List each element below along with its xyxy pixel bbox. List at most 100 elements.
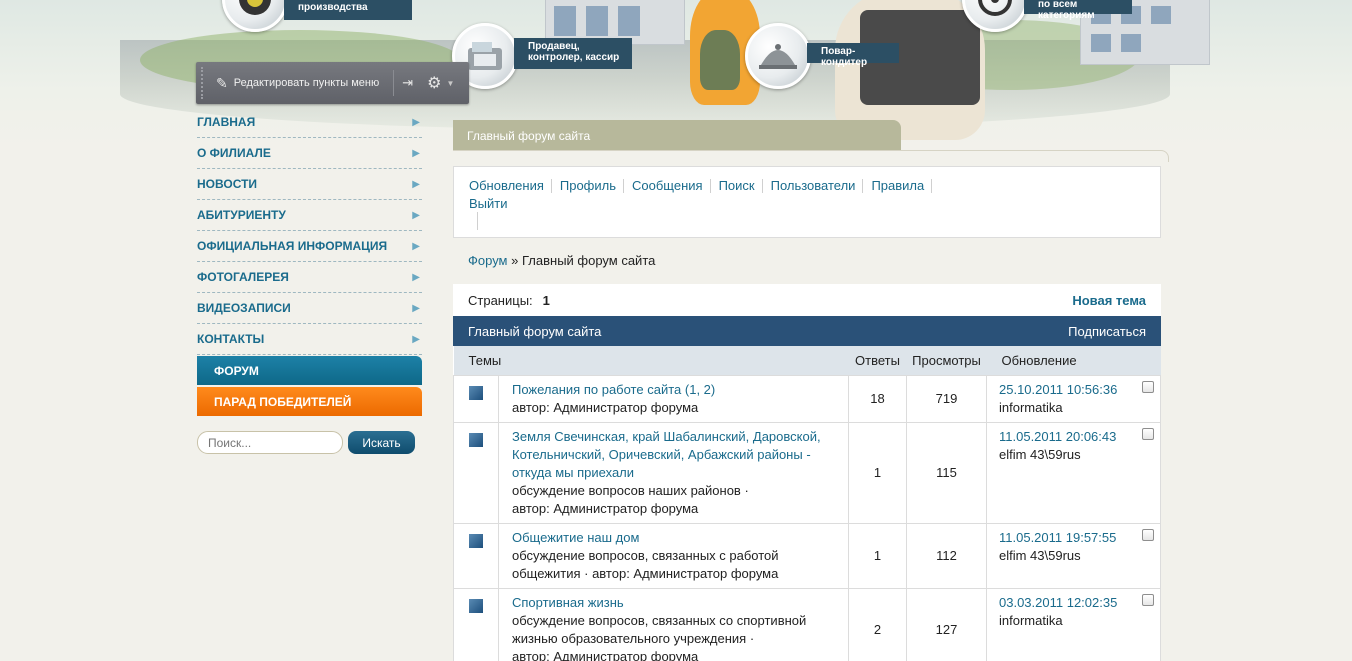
column-header-replies: Ответы <box>848 346 907 375</box>
forum-menu-logout[interactable]: Выйти <box>469 196 515 211</box>
topic-title-link[interactable]: Спортивная жизнь <box>512 595 624 610</box>
chevron-right-icon: ▶ <box>412 333 420 345</box>
topic-title-link[interactable]: Пожелания по работе сайта <box>512 382 681 397</box>
breadcrumb-current: Главный форум сайта <box>521 253 656 268</box>
topic-page-link[interactable]: 2 <box>704 382 711 397</box>
topic-replies: 1 <box>848 421 907 524</box>
topic-select-checkbox[interactable] <box>1142 427 1154 440</box>
nav-item-victory-parade[interactable]: ПАРАД ПОБЕДИТЕЛЕЙ <box>197 387 422 416</box>
topics-table: Темы Ответы Просмотры Обновление Пожелан… <box>453 346 1161 661</box>
edit-menu-items-button[interactable]: Редактировать пункты меню <box>234 77 380 89</box>
topic-author: автор: Администратор форума <box>512 500 699 516</box>
category-all-label[interactable]: по всем категориям <box>1024 0 1132 21</box>
topic-replies: 18 <box>848 374 907 423</box>
nav-item-photo-gallery[interactable]: ФОТОГАЛЕРЕЯ ▶ <box>197 262 422 293</box>
column-header-views: Просмотры <box>906 346 987 375</box>
nav-item-news[interactable]: НОВОСТИ ▶ <box>197 169 422 200</box>
chevron-right-icon: ▶ <box>412 147 420 159</box>
nav-item-label: КОНТАКТЫ <box>197 332 265 346</box>
topic-views: 112 <box>906 522 987 589</box>
drag-handle[interactable] <box>201 67 209 99</box>
topic-title-cell: Общежитие наш дом обсуждение вопросов, с… <box>498 522 849 589</box>
forum-menu-search[interactable]: Поиск <box>719 178 763 193</box>
nav-item-forum-active[interactable]: ФОРУМ <box>197 356 422 385</box>
nav-item-home[interactable]: ГЛАВНАЯ ▶ <box>197 107 422 138</box>
topic-description: жизнью образовательного учреждения · <box>512 630 755 646</box>
topic-select-checkbox[interactable] <box>1142 593 1154 606</box>
topic-description: обсуждение вопросов, связанных с работой <box>512 547 779 563</box>
topic-icon-cell <box>453 374 499 423</box>
forum-menu-profile[interactable]: Профиль <box>560 178 624 193</box>
topic-updated-cell: 11.05.2011 20:06:43 elfim 43\59rus <box>986 421 1161 524</box>
page-number: 1 <box>542 292 550 308</box>
search-button[interactable]: Искать <box>348 431 415 454</box>
left-navigation: ГЛАВНАЯ ▶ О ФИЛИАЛЕ ▶ НОВОСТИ ▶ АБИТУРИЕНТУ… <box>197 107 422 416</box>
breadcrumb-forum-link[interactable]: Форум <box>468 253 508 268</box>
gear-icon[interactable]: ⚙ <box>427 73 441 93</box>
topic-author: общежития · автор: Администратор форума <box>512 565 779 581</box>
forum-section-title: Главный форум сайта <box>468 323 602 339</box>
forum-menu-rules[interactable]: Правила <box>871 178 933 193</box>
search-input[interactable] <box>197 431 343 454</box>
forum-menu-updates[interactable]: Обновления <box>469 178 552 193</box>
nav-item-label: ФОТОГАЛЕРЕЯ <box>197 270 289 284</box>
category-production-label[interactable]: производства <box>284 0 412 20</box>
topic-title-cell: Спортивная жизнь обсуждение вопросов, св… <box>498 587 849 661</box>
nav-item-label: АБИТУРИЕНТУ <box>197 208 286 222</box>
nav-item-applicants[interactable]: АБИТУРИЕНТУ ▶ <box>197 200 422 231</box>
pages-label: Страницы: <box>468 292 533 308</box>
nav-item-videos[interactable]: ВИДЕОЗАПИСИ ▶ <box>197 293 422 324</box>
topic-icon-cell <box>453 421 499 524</box>
nav-item-contacts[interactable]: КОНТАКТЫ ▶ <box>197 324 422 355</box>
column-header-updated: Обновление <box>986 346 1161 375</box>
topic-updated-user: elfim 43\59rus <box>999 547 1081 563</box>
topic-select-checkbox[interactable] <box>1142 380 1154 393</box>
breadcrumb-separator: » <box>511 253 519 268</box>
topic-updated-cell: 11.05.2011 19:57:55 elfim 43\59rus <box>986 522 1161 589</box>
pin-icon[interactable]: ⇥ <box>402 75 413 91</box>
category-seller-label[interactable]: Продавец, контролер, кассир <box>514 38 632 69</box>
pager-bar: Страницы: 1 Новая тема <box>453 284 1161 316</box>
new-topic-link[interactable]: Новая тема <box>1072 293 1146 308</box>
topic-updated-date[interactable]: 11.05.2011 20:06:43 <box>999 429 1116 444</box>
topic-folder-icon <box>469 533 483 548</box>
topic-folder-icon <box>469 598 483 613</box>
edit-menu-toolbar: ✎ Редактировать пункты меню ⇥ ⚙ ▼ <box>196 62 469 104</box>
topic-description: обсуждение вопросов наших районов · <box>512 482 749 498</box>
topic-folder-icon <box>469 432 483 447</box>
forum-menu-users[interactable]: Пользователи <box>771 178 864 193</box>
chevron-down-icon[interactable]: ▼ <box>447 79 455 88</box>
topic-updated-cell: 25.10.2011 10:56:36 informatika <box>986 374 1161 423</box>
topic-updated-date[interactable]: 25.10.2011 10:56:36 <box>999 382 1117 397</box>
topic-pages-close: ) <box>710 381 716 397</box>
search-form: Искать <box>197 431 415 454</box>
topic-icon-cell <box>453 587 499 661</box>
nav-item-official-info[interactable]: ОФИЦИАЛЬНАЯ ИНФОРМАЦИЯ ▶ <box>197 231 422 262</box>
chevron-right-icon: ▶ <box>412 116 420 128</box>
topic-author: автор: Администратор форума <box>512 648 699 661</box>
content-frame <box>453 150 1169 162</box>
forum-menu-messages[interactable]: Сообщения <box>632 178 711 193</box>
pencil-icon[interactable]: ✎ <box>216 75 228 92</box>
topic-title-link[interactable]: Общежитие наш дом <box>512 530 639 545</box>
table-row: Пожелания по работе сайта (1, 2) автор: … <box>453 374 1161 423</box>
toolbar-separator <box>393 70 395 96</box>
topic-views: 719 <box>906 374 987 423</box>
topic-updated-date[interactable]: 03.03.2011 12:02:35 <box>999 595 1117 610</box>
topic-author: автор: Администратор форума <box>512 399 699 415</box>
category-cook-label[interactable]: Повар-кондитер <box>807 43 899 68</box>
column-header-topics: Темы <box>453 346 849 375</box>
topic-updated-date[interactable]: 11.05.2011 19:57:55 <box>999 530 1116 545</box>
topic-views: 115 <box>906 421 987 524</box>
table-header-row: Темы Ответы Просмотры Обновление <box>453 346 1161 375</box>
subscribe-link[interactable]: Подписаться <box>1068 324 1146 339</box>
forum-menu: Обновления Профиль Сообщения Поиск Польз… <box>453 166 1161 238</box>
topic-title-cell: Пожелания по работе сайта (1, 2) автор: … <box>498 374 849 423</box>
topic-select-checkbox[interactable] <box>1142 528 1154 541</box>
topic-title-link[interactable]: Земля Свечинская, край Шабалинский, Даро… <box>512 429 821 480</box>
chevron-right-icon: ▶ <box>412 240 420 252</box>
category-production-icon[interactable] <box>222 0 288 32</box>
chevron-right-icon: ▶ <box>412 209 420 221</box>
nav-item-about[interactable]: О ФИЛИАЛЕ ▶ <box>197 138 422 169</box>
cloche-icon[interactable] <box>745 23 811 89</box>
